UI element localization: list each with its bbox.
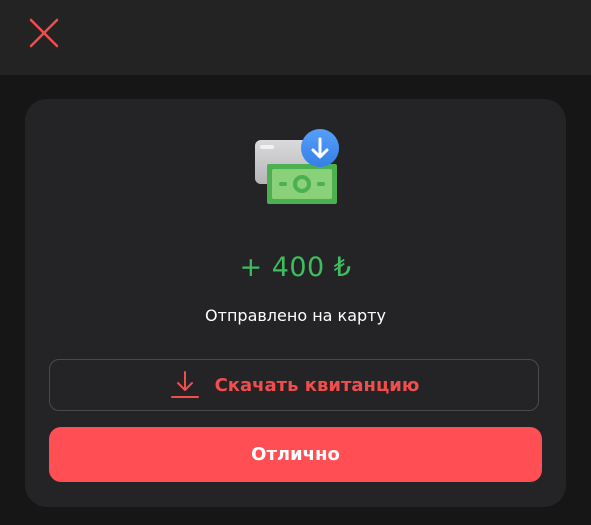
money-transfer-icon xyxy=(255,129,339,204)
ok-button[interactable]: Отлично xyxy=(49,427,542,482)
close-button[interactable] xyxy=(24,13,64,53)
download-receipt-button[interactable]: Скачать квитанцию xyxy=(49,359,539,411)
close-icon xyxy=(29,18,59,48)
ok-button-label: Отлично xyxy=(251,444,340,465)
transfer-amount: + 400 ₺ xyxy=(239,252,352,283)
download-icon xyxy=(170,371,199,398)
download-receipt-label: Скачать квитанцию xyxy=(214,374,420,396)
transfer-result-card: + 400 ₺ Отправлено на карту Скачать квит… xyxy=(25,99,566,507)
status-text: Отправлено на карту xyxy=(205,306,386,325)
top-bar xyxy=(0,0,591,75)
